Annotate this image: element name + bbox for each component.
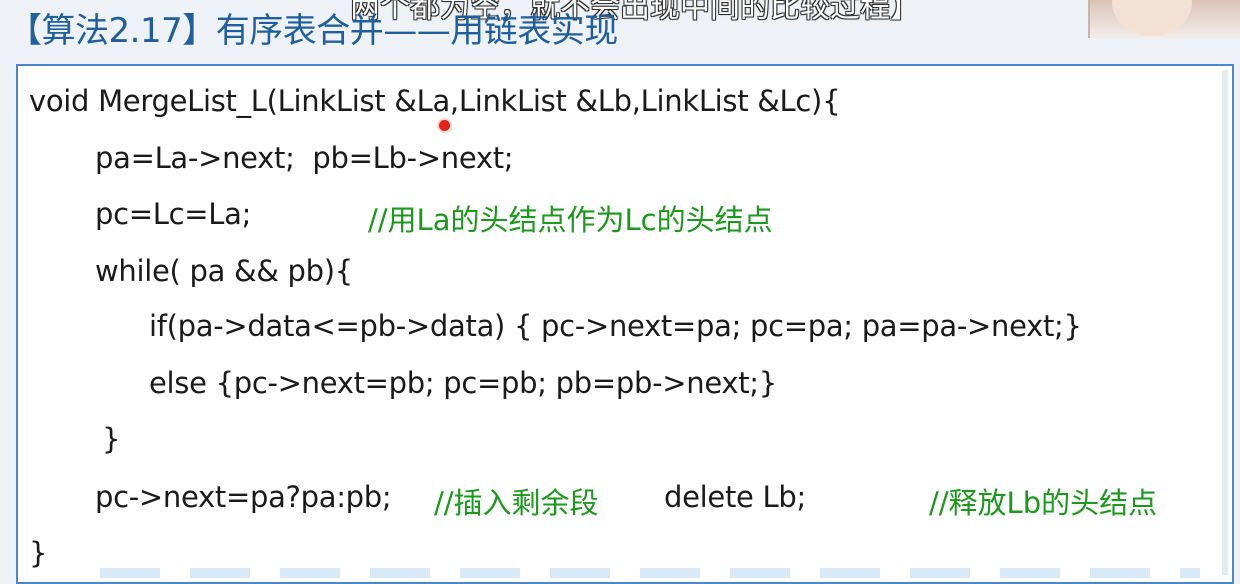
code-line-6: else {pc->next=pb; pc=pb; pb=pb->next;}	[149, 366, 777, 400]
code-comment-8: //插入剩余段	[434, 486, 599, 520]
code-line-4: while( pa && pb){	[95, 254, 353, 288]
title-bar: 两个都为空，就不会出现中间的比较过程】 【算法2.17】有序表合并——用链表实现	[0, 0, 1240, 62]
code-line-1: void MergeList_L(LinkList &La,LinkList &…	[29, 84, 841, 118]
slide-title: 【算法2.17】有序表合并——用链表实现	[8, 11, 618, 51]
code-line-5: if(pa->data<=pb->data) { pc->next=pa; pc…	[149, 309, 1082, 343]
presenter-face	[1112, 0, 1192, 36]
code-delete-statement: delete Lb;	[664, 480, 806, 514]
code-line-7: }	[102, 422, 121, 456]
code-line-9: }	[29, 536, 48, 570]
code-line-8: pc->next=pa?pa:pb;	[95, 480, 392, 514]
laser-pointer-dot	[437, 118, 452, 133]
code-line-3: pc=Lc=La;	[95, 197, 252, 231]
bottom-decoration	[100, 568, 1200, 578]
code-comment-3: //用La的头结点作为Lc的头结点	[368, 203, 773, 237]
code-line-2: pa=La->next; pb=Lb->next;	[95, 141, 514, 175]
code-comment-8b: //释放Lb的头结点	[929, 486, 1158, 520]
scrollbar[interactable]	[1222, 70, 1228, 575]
webcam-thumbnail	[1088, 0, 1240, 38]
